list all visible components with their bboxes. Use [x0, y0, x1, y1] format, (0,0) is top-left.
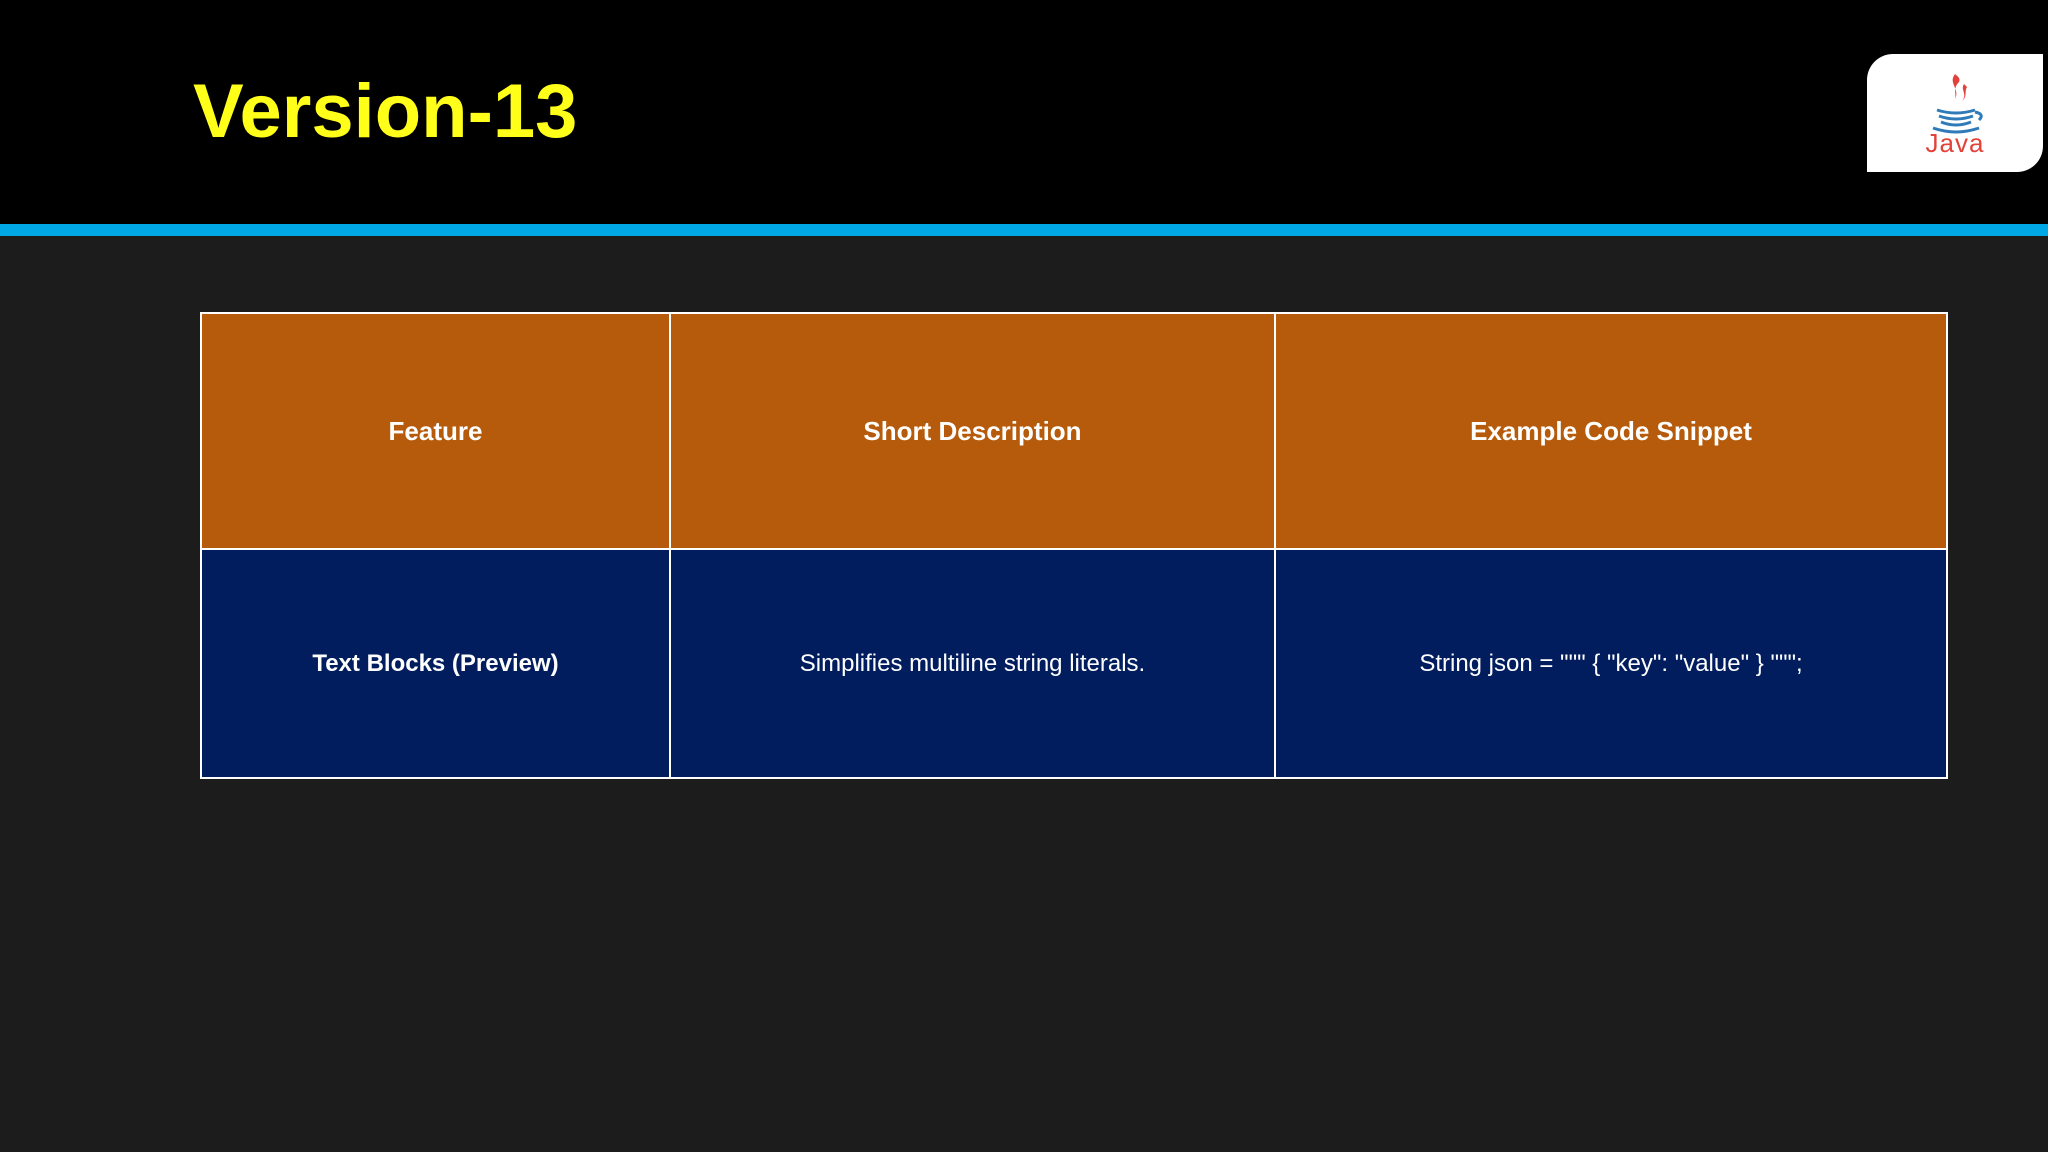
java-logo: Java: [1867, 54, 2043, 172]
table-header-row: Feature Short Description Example Code S…: [200, 312, 1948, 550]
slide-title: Version-13: [193, 69, 578, 154]
cell-feature: Text Blocks (Preview): [200, 548, 671, 779]
accent-divider: [0, 224, 2048, 236]
cell-description: Simplifies multiline string literals.: [669, 548, 1276, 779]
slide: Version-13 Java Feature Short Descriptio…: [0, 0, 2048, 1152]
java-logo-text: Java: [1925, 128, 1985, 158]
features-table: Feature Short Description Example Code S…: [200, 312, 1948, 779]
header-short-description: Short Description: [669, 312, 1276, 550]
header-feature: Feature: [200, 312, 671, 550]
header-example-code-snippet: Example Code Snippet: [1274, 312, 1948, 550]
cell-code-snippet: String json = """ { "key": "value" } """…: [1274, 548, 1948, 779]
table-row: Text Blocks (Preview) Simplifies multili…: [200, 548, 1948, 779]
